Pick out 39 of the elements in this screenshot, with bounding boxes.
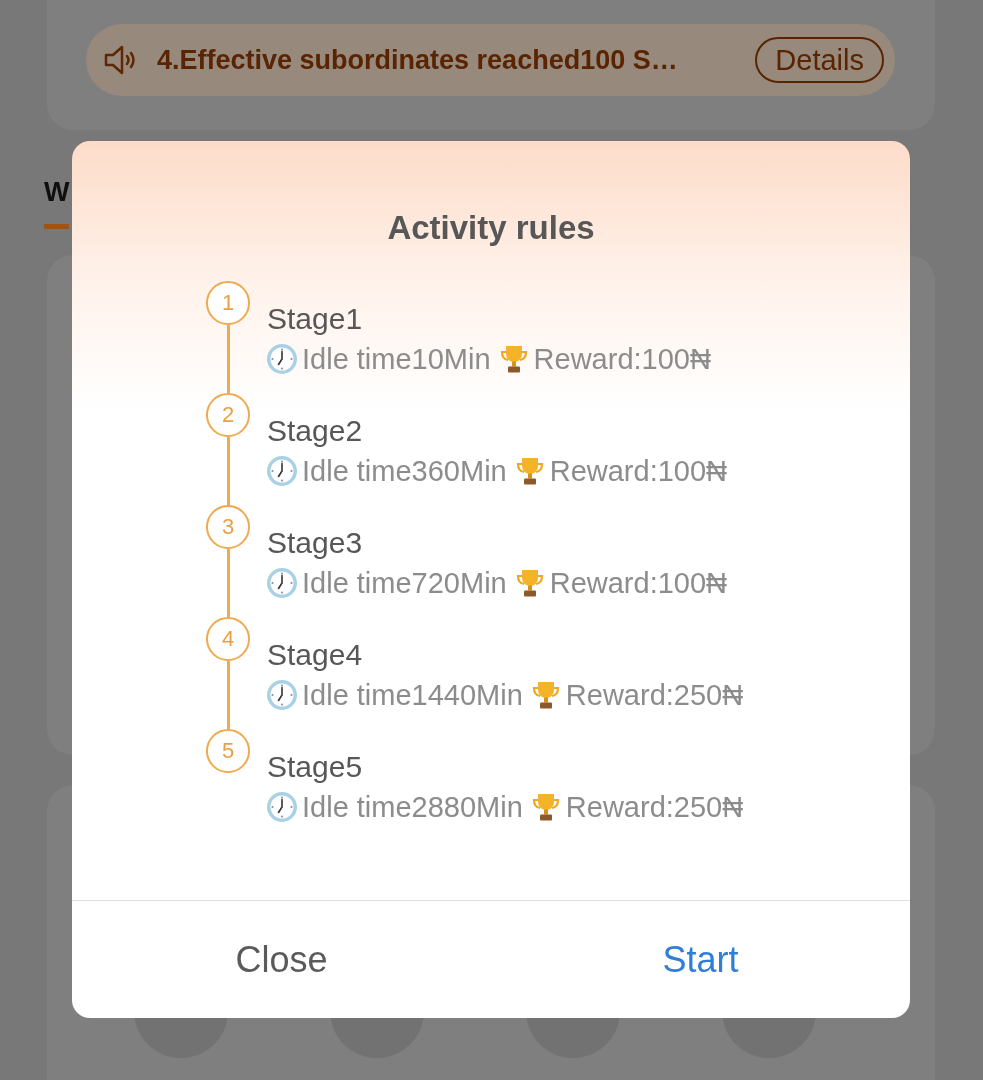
idle-time-text: Idle time2880Min	[302, 790, 523, 824]
stage-title: Stage4	[267, 637, 364, 673]
trophy-icon	[514, 568, 545, 598]
step-number: 1	[206, 281, 250, 325]
stage-title: Stage3	[267, 525, 364, 561]
cancel-button[interactable]: Close	[72, 901, 491, 1018]
reward-text: Reward:100₦	[549, 566, 728, 600]
timeline-connector	[226, 325, 230, 393]
trophy-icon	[530, 792, 561, 822]
timeline-connector	[226, 437, 230, 505]
reward-text: Reward:100₦	[549, 454, 728, 488]
trophy-icon	[530, 680, 561, 710]
stage-title: Stage1	[267, 301, 364, 337]
idle-time-text: Idle time10Min	[302, 342, 491, 376]
details-button[interactable]: Details	[755, 37, 884, 83]
step-number: 3	[206, 505, 250, 549]
dialog-title: Activity rules	[387, 208, 595, 248]
step-number: 4	[206, 617, 250, 661]
reward-text: Reward:250₦	[565, 678, 744, 712]
notice-text: 4.Effective subordinates reached100 S…	[157, 44, 679, 76]
trophy-icon	[514, 456, 545, 486]
reward-text: Reward:250₦	[565, 790, 744, 824]
idle-time-text: Idle time1440Min	[302, 678, 523, 712]
clock-icon	[267, 456, 297, 486]
clock-icon	[267, 344, 297, 374]
trophy-icon	[498, 344, 529, 374]
confirm-button[interactable]: Start	[491, 901, 910, 1018]
clock-icon	[267, 680, 297, 710]
step-number: 2	[206, 393, 250, 437]
stage-title: Stage2	[267, 413, 364, 449]
timeline-connector	[226, 661, 230, 729]
clock-icon	[267, 568, 297, 598]
step-number: 5	[206, 729, 250, 773]
timeline-connector	[226, 549, 230, 617]
clock-icon	[267, 792, 297, 822]
idle-time-text: Idle time720Min	[302, 566, 507, 600]
idle-time-text: Idle time360Min	[302, 454, 507, 488]
reward-text: Reward:100₦	[533, 342, 711, 376]
stage-title: Stage5	[267, 749, 364, 785]
